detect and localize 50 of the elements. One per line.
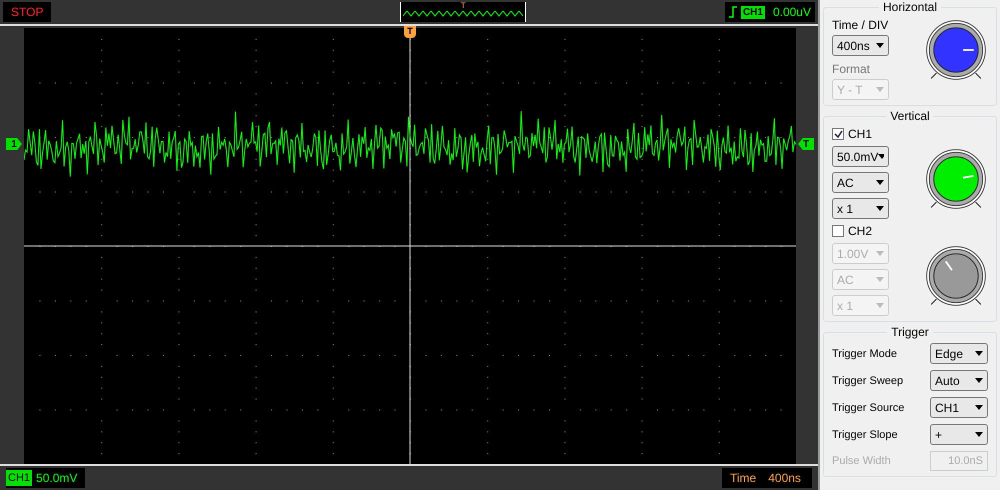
trigger-level: 0.00uV bbox=[772, 4, 811, 21]
caret-icon bbox=[975, 405, 983, 410]
caret-icon bbox=[975, 351, 983, 356]
trigger-level-marker: T bbox=[798, 138, 814, 150]
trigger-dropdown[interactable]: Edge bbox=[930, 343, 988, 364]
channel-checkbox[interactable] bbox=[832, 225, 844, 237]
rising-edge-icon bbox=[728, 6, 737, 18]
group-title: Trigger bbox=[887, 325, 933, 339]
trigger-dropdown[interactable]: + bbox=[930, 424, 988, 445]
trigger-dropdown[interactable]: Auto bbox=[930, 370, 988, 391]
format-label: Format bbox=[832, 62, 872, 76]
trigger-setting-label: Pulse Width bbox=[832, 454, 891, 468]
trigger-time-marker: T bbox=[404, 26, 416, 38]
trigger-dropdown[interactable]: CH1 bbox=[930, 397, 988, 418]
channel-badge: CH1 bbox=[6, 470, 32, 486]
caret-icon bbox=[878, 154, 884, 159]
caret-icon bbox=[876, 206, 884, 211]
volts-knob[interactable] bbox=[924, 147, 988, 211]
channel-label: CH1 bbox=[848, 127, 872, 141]
trigger-setting-label: Trigger Source bbox=[832, 400, 904, 414]
group-title: Horizontal bbox=[878, 0, 942, 14]
time-label: Time bbox=[730, 470, 756, 487]
volts-knob[interactable] bbox=[924, 244, 988, 308]
caret-icon bbox=[876, 43, 884, 48]
coupling-dropdown[interactable]: AC bbox=[832, 172, 889, 193]
check-icon bbox=[834, 130, 842, 138]
trigger-position-marker: T bbox=[460, 2, 466, 10]
probe-dropdown[interactable]: x 1 bbox=[832, 198, 889, 219]
time-div-label: Time / DIV bbox=[832, 18, 889, 32]
channel-badge: CH1 bbox=[740, 6, 765, 18]
time-per-div: 400ns bbox=[768, 470, 801, 487]
caret-icon bbox=[876, 251, 884, 256]
group-title: Vertical bbox=[886, 109, 934, 123]
caret-icon bbox=[876, 87, 884, 92]
caret-icon bbox=[876, 180, 884, 185]
run-status[interactable]: STOP bbox=[3, 2, 52, 22]
trigger-setting-label: Trigger Mode bbox=[832, 346, 898, 360]
caret-icon bbox=[975, 432, 983, 437]
volts-dropdown[interactable]: 50.0mV bbox=[832, 146, 889, 167]
channel-label: CH2 bbox=[848, 224, 872, 238]
caret-icon bbox=[876, 277, 884, 282]
caret-icon bbox=[876, 303, 884, 308]
trigger-setting-label: Trigger Sweep bbox=[832, 374, 904, 388]
channel-checkbox[interactable] bbox=[832, 128, 844, 140]
channel-marker: 1 bbox=[6, 138, 22, 150]
caret-icon bbox=[975, 378, 983, 383]
time-div-dropdown[interactable]: 400ns bbox=[832, 35, 889, 56]
volts-per-div: 50.0mV bbox=[36, 470, 78, 487]
trigger-setting-label: Trigger Slope bbox=[832, 428, 898, 442]
timebase-knob[interactable] bbox=[924, 18, 988, 82]
